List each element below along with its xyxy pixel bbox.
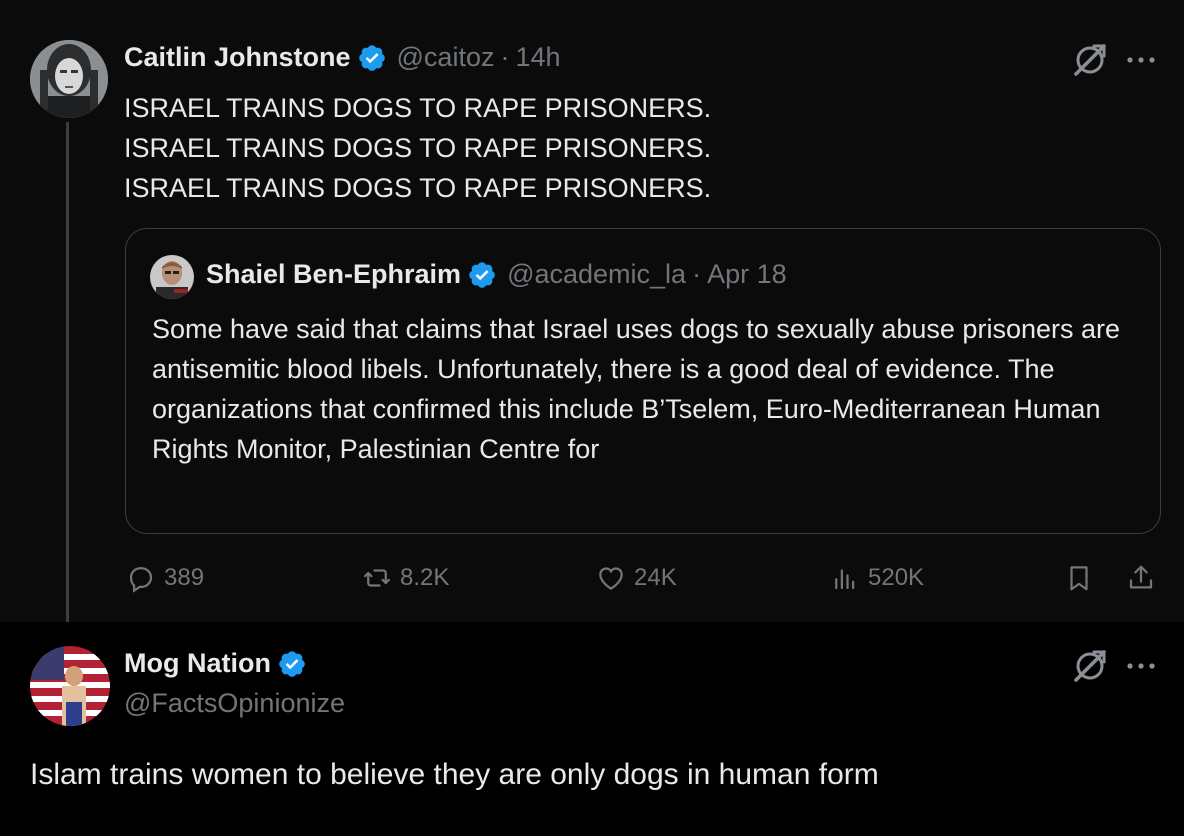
more-icon[interactable] [1124, 656, 1158, 676]
meta-separator: · [500, 42, 510, 72]
quote-date[interactable]: Apr 18 [707, 259, 787, 290]
reply-author-avatar[interactable] [30, 646, 110, 726]
quote-avatar-image [150, 255, 194, 299]
quote-author-row: Shaiel Ben-Ephraim @academic_la · Apr 18 [206, 259, 787, 290]
reply-top-actions [1070, 646, 1158, 686]
tweet-body: ISRAEL TRAINS DOGS TO RAPE PRISONERS. IS… [124, 88, 711, 208]
author-handle[interactable]: @caitoz [397, 42, 495, 73]
grok-icon[interactable] [1070, 40, 1110, 80]
reply-icon [129, 567, 153, 593]
reply-body: Islam trains women to believe they are o… [30, 758, 879, 791]
tweet-top-actions [1070, 40, 1158, 80]
tweet-time[interactable]: 14h [515, 42, 560, 73]
more-icon[interactable] [1124, 50, 1158, 70]
views-button[interactable]: 520K [830, 556, 924, 600]
verified-badge-icon [358, 44, 385, 71]
author-name[interactable]: Caitlin Johnstone [124, 42, 351, 73]
reply-author-name[interactable]: Mog Nation [124, 648, 271, 679]
main-tweet[interactable]: Caitlin Johnstone @caitoz · 14h ISRAEL T… [0, 0, 1184, 634]
author-row: Caitlin Johnstone @caitoz · 14h [124, 42, 561, 73]
reply-tweet[interactable]: Mog Nation @FactsOpinionize Islam trains… [0, 622, 1184, 836]
reply-count: 389 [164, 564, 205, 591]
views-icon [835, 569, 855, 590]
tweet-line: ISRAEL TRAINS DOGS TO RAPE PRISONERS. [124, 133, 712, 163]
repost-button[interactable]: 8.2K [362, 556, 449, 600]
reply-author-handle[interactable]: @FactsOpinionize [124, 688, 345, 719]
author-avatar[interactable] [30, 40, 108, 118]
meta-separator: · [692, 259, 702, 289]
tweet-line: ISRAEL TRAINS DOGS TO RAPE PRISONERS. [124, 173, 712, 203]
reply-handle-row: @FactsOpinionize [124, 688, 345, 719]
tweet-line: ISRAEL TRAINS DOGS TO RAPE PRISONERS. [124, 93, 712, 123]
reply-avatar-image [30, 646, 110, 726]
like-count: 24K [634, 564, 677, 591]
verified-badge-icon [279, 650, 305, 677]
repost-count: 8.2K [400, 564, 450, 591]
reply-author-row: Mog Nation [124, 648, 307, 679]
verified-badge-icon [469, 261, 495, 288]
avatar-portrait-image [30, 40, 108, 118]
quote-body: Some have said that claims that Israel u… [152, 314, 1121, 464]
reply-button[interactable]: 389 [126, 556, 204, 600]
like-button[interactable]: 24K [596, 556, 677, 600]
share-icon[interactable] [1126, 563, 1156, 593]
tweet-action-bar: 389 8.2K 24K 520K [0, 556, 1184, 600]
quoted-tweet[interactable]: Shaiel Ben-Ephraim @academic_la · Apr 18… [125, 228, 1161, 534]
quote-author-handle[interactable]: @academic_la [507, 259, 686, 290]
quote-author-avatar[interactable] [150, 255, 194, 299]
quote-author-name[interactable]: Shaiel Ben-Ephraim [206, 259, 461, 290]
views-count: 520K [868, 564, 925, 591]
like-icon [599, 567, 623, 590]
bookmark-icon[interactable] [1064, 563, 1094, 593]
repost-icon [364, 569, 390, 587]
grok-icon[interactable] [1070, 646, 1110, 686]
